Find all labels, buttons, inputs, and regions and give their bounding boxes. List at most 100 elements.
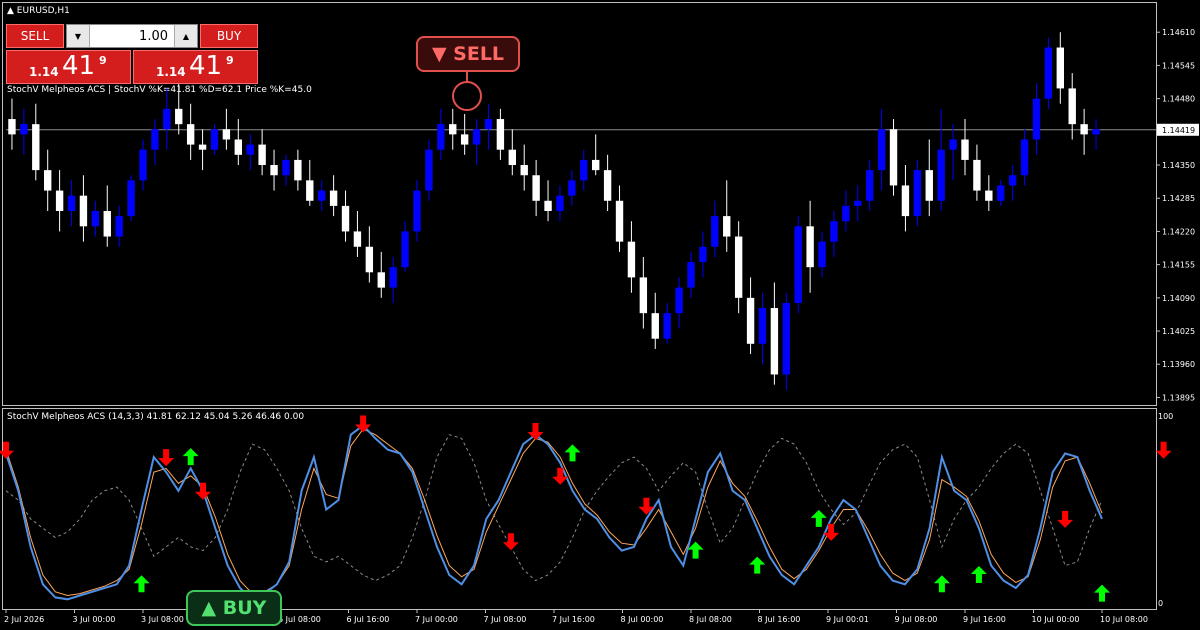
bull-candle xyxy=(472,129,481,145)
time-axis-tick-label: 3 Jul 00:00 xyxy=(73,615,116,624)
price-axis-tick-label: 1.14480 xyxy=(1162,95,1195,104)
buy-signal-arrow-icon xyxy=(182,448,199,466)
time-axis-tick-label: 8 Jul 00:00 xyxy=(621,615,664,624)
lot-decrease-icon[interactable]: ▼ xyxy=(67,25,90,47)
chart-window: ▲ EURUSD,H1 StochV Melpheos ACS | StochV… xyxy=(0,0,1200,630)
bull-candle xyxy=(282,159,290,176)
bull-candle xyxy=(437,124,445,150)
sell-button[interactable]: SELL xyxy=(6,24,64,48)
bull-candle xyxy=(389,267,397,288)
lot-increase-icon[interactable]: ▲ xyxy=(174,25,197,47)
bull-candle xyxy=(687,262,695,288)
time-axis-tick-label: 6 Jul 08:00 xyxy=(278,615,321,624)
bear-candle xyxy=(55,190,64,211)
bear-candle xyxy=(1056,47,1064,89)
time-axis-tick-label: 6 Jul 16:00 xyxy=(347,615,390,624)
bear-candle xyxy=(961,139,969,160)
time-axis-tick-label: 3 Jul 08:00 xyxy=(141,615,184,624)
price-axis-tick-label: 1.14025 xyxy=(1162,327,1195,336)
price-axis-tick-label: 1.14220 xyxy=(1162,227,1195,236)
time-axis-tick-label: 7 Jul 08:00 xyxy=(484,615,527,624)
symbol-label-arrow: ▲ xyxy=(7,6,17,16)
bear-candle xyxy=(198,144,207,150)
buy-price-pips: 41 xyxy=(189,51,223,81)
lot-size-field[interactable]: ▼ 1.00 ▲ xyxy=(66,24,198,48)
bull-candle xyxy=(794,226,802,303)
lot-size-value[interactable]: 1.00 xyxy=(90,29,174,44)
bull-candle xyxy=(949,139,957,150)
bear-candle xyxy=(806,226,814,268)
time-axis-tick-label: 8 Jul 08:00 xyxy=(689,615,732,624)
bear-candle xyxy=(8,119,16,135)
sell-price-fraction: 9 xyxy=(99,54,107,67)
time-axis-tick-label: 9 Jul 00:01 xyxy=(826,615,869,624)
bull-candle xyxy=(1020,139,1029,176)
time-axis-tick-label: 7 Jul 00:00 xyxy=(415,615,458,624)
bear-candle xyxy=(79,195,88,227)
one-click-trade-panel: SELL ▼ 1.00 ▲ BUY 1.14 41 9 1.14 41 9 xyxy=(6,24,258,86)
time-axis-tick-label: 9 Jul 08:00 xyxy=(895,615,938,624)
bear-candle xyxy=(32,124,40,171)
time-axis-tick-label: 9 Jul 16:00 xyxy=(963,615,1006,624)
bull-candle xyxy=(1008,175,1017,186)
buy-signal-arrow-icon xyxy=(133,575,150,593)
bull-candle xyxy=(425,149,433,191)
bull-candle xyxy=(782,302,790,375)
bull-candle xyxy=(413,190,421,232)
buy-price-button[interactable]: 1.14 41 9 xyxy=(133,50,258,84)
bull-candle xyxy=(139,149,147,181)
bear-candle xyxy=(770,308,779,375)
bear-candle xyxy=(615,200,624,242)
bull-candle xyxy=(210,129,219,150)
sell-price-button[interactable]: 1.14 41 9 xyxy=(6,50,131,84)
sell-signal-arrow-icon xyxy=(638,497,655,515)
bear-candle xyxy=(746,297,755,344)
bear-candle xyxy=(258,144,266,166)
buy-button[interactable]: BUY xyxy=(200,24,258,48)
bear-candle xyxy=(901,185,910,217)
bear-candle xyxy=(306,180,314,201)
bull-candle xyxy=(663,313,671,339)
price-indicator-label: StochV Melpheos ACS | StochV %K=41.81 %D… xyxy=(7,85,312,95)
bull-candle xyxy=(401,231,409,268)
bull-candle xyxy=(151,129,159,150)
price-axis-tick-label: 1.14090 xyxy=(1162,294,1195,303)
price-k-line xyxy=(5,434,1103,582)
bear-candle xyxy=(186,124,195,145)
bear-candle xyxy=(377,272,385,288)
sell-signal-callout: ▼ SELL xyxy=(416,36,520,72)
bear-candle xyxy=(603,170,612,201)
bear-candle xyxy=(103,211,111,237)
price-axis-tick-label: 1.14419 xyxy=(1162,126,1195,135)
bear-candle xyxy=(353,231,362,247)
bull-candle xyxy=(997,185,1005,201)
bull-candle xyxy=(556,195,564,211)
symbol-label: ▲ EURUSD,H1 xyxy=(7,6,70,16)
bull-candle xyxy=(842,205,850,222)
sell-signal-arrow-icon xyxy=(195,482,211,500)
bull-candle xyxy=(758,308,767,344)
time-axis-tick-label: 7 Jul 16:00 xyxy=(552,615,595,624)
bear-candle xyxy=(341,205,350,232)
bull-candle xyxy=(1092,129,1100,135)
bull-candle xyxy=(484,119,493,130)
bear-candle xyxy=(294,159,302,181)
bull-candle xyxy=(115,216,123,237)
time-axis-tick-label: 10 Jul 08:00 xyxy=(1100,615,1148,624)
stoch-k-line xyxy=(5,424,1103,601)
buy-signal-arrow-icon xyxy=(749,556,766,574)
indicator-panel-border xyxy=(2,408,1157,610)
buy-price-main: 1.14 xyxy=(156,65,186,79)
bear-candle xyxy=(175,108,183,125)
bear-candle xyxy=(44,170,52,191)
buy-signal-arrow-icon xyxy=(687,541,704,559)
bear-candle xyxy=(496,119,505,150)
bull-candle xyxy=(1032,98,1041,140)
sell-signal-arrow-icon xyxy=(527,423,544,440)
bear-candle xyxy=(1080,124,1088,135)
bear-candle xyxy=(365,246,374,273)
sub-indicator-label: StochV Melpheos ACS (14,3,3) 41.81 62.12… xyxy=(7,412,304,422)
bull-candle xyxy=(568,180,576,196)
indicator-axis-tick-label: 0 xyxy=(1158,599,1163,608)
sell-marker-circle xyxy=(452,81,482,111)
